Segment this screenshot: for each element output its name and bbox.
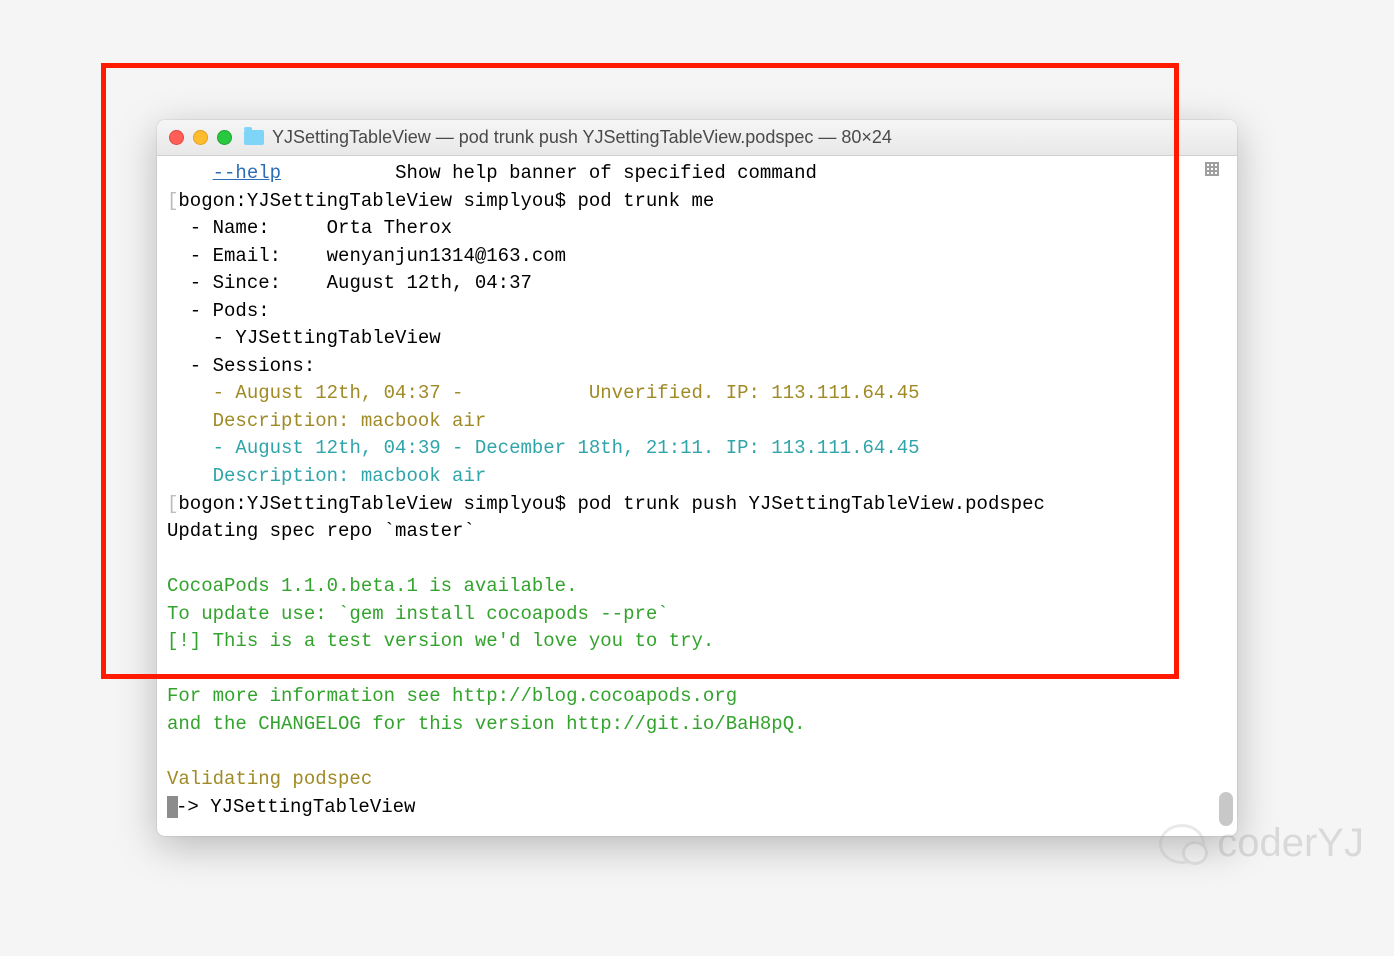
session-2-line-1: - August 12th, 04:39 - December 18th, 21…	[167, 435, 1227, 463]
notice-l2: To update use: `gem install cocoapods --…	[167, 601, 1227, 629]
prompt-line-1: [bogon:YJSettingTableView simplyou$ pod …	[167, 188, 1227, 216]
info-since: - Since: August 12th, 04:37	[167, 270, 1227, 298]
help-desc: Show help banner of specified command	[395, 162, 817, 184]
folder-icon	[244, 130, 264, 145]
close-icon[interactable]	[169, 130, 184, 145]
validating-line: Validating podspec	[167, 766, 1227, 794]
updating-line: Updating spec repo `master`	[167, 518, 1227, 546]
blank-2	[167, 656, 1227, 684]
info-pod-item: - YJSettingTableView	[167, 325, 1227, 353]
arrow-line: -> YJSettingTableView	[167, 794, 1227, 822]
watermark: coderYJ	[1159, 821, 1364, 866]
titlebar[interactable]: YJSettingTableView — pod trunk push YJSe…	[157, 120, 1237, 156]
watermark-text: coderYJ	[1217, 821, 1364, 866]
info-pods: - Pods:	[167, 298, 1227, 326]
help-line: --help Show help banner of specified com…	[167, 160, 1227, 188]
window-title: YJSettingTableView — pod trunk push YJSe…	[272, 127, 892, 148]
tab-selector-icon[interactable]	[1205, 162, 1219, 176]
notice-l4: For more information see http://blog.coc…	[167, 683, 1227, 711]
prompt-line-2: [bogon:YJSettingTableView simplyou$ pod …	[167, 491, 1227, 519]
terminal-content[interactable]: --help Show help banner of specified com…	[157, 156, 1237, 836]
traffic-lights	[169, 130, 232, 145]
help-flag: --help	[213, 162, 281, 184]
session-1-line-2: Description: macbook air	[167, 408, 1227, 436]
zoom-icon[interactable]	[217, 130, 232, 145]
session-1-line-1: - August 12th, 04:37 - Unverified. IP: 1…	[167, 380, 1227, 408]
notice-l1: CocoaPods 1.1.0.beta.1 is available.	[167, 573, 1227, 601]
terminal-window: YJSettingTableView — pod trunk push YJSe…	[157, 120, 1237, 836]
info-email: - Email: wenyanjun1314@163.com	[167, 243, 1227, 271]
blank-3	[167, 738, 1227, 766]
wechat-icon	[1159, 824, 1205, 864]
blank-1	[167, 546, 1227, 574]
notice-l5: and the CHANGELOG for this version http:…	[167, 711, 1227, 739]
info-name: - Name: Orta Therox	[167, 215, 1227, 243]
notice-l3: [!] This is a test version we'd love you…	[167, 628, 1227, 656]
session-2-line-2: Description: macbook air	[167, 463, 1227, 491]
minimize-icon[interactable]	[193, 130, 208, 145]
info-sessions: - Sessions:	[167, 353, 1227, 381]
